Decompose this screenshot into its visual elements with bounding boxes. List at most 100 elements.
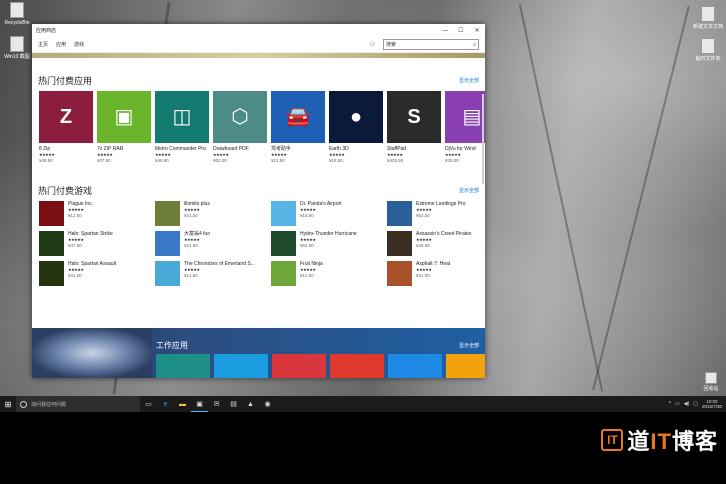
search-icon[interactable]: ⌕ bbox=[473, 42, 476, 48]
show-all-link[interactable]: 显示全部 bbox=[459, 342, 479, 349]
app-price: ¥49.50 bbox=[155, 158, 169, 163]
desktop-icon-textdoc[interactable]: 新建文本文档 bbox=[693, 6, 723, 30]
rock-crack bbox=[592, 5, 690, 391]
game-icon bbox=[387, 261, 412, 286]
game-price: ¥18.50 bbox=[300, 213, 314, 218]
title-bar: 应用商店 — ☐ ✕ bbox=[32, 24, 485, 37]
app-tile-icon: Z bbox=[39, 91, 93, 143]
game-item[interactable]: Fruit Ninja ★★★★★ ¥12.50 bbox=[271, 261, 387, 286]
game-item[interactable]: Halo: Spartan Strike ★★★★★ ¥37.50 bbox=[39, 231, 155, 256]
app-tile-icon: ⬡ bbox=[213, 91, 267, 143]
section-title: 工作应用 bbox=[156, 341, 188, 350]
app-card[interactable]: ▤ DjVu for Wind ★★★★★ ¥25.00 bbox=[445, 91, 485, 164]
notification-icon[interactable]: ▢ bbox=[693, 401, 698, 407]
paid-apps-row: Z 8 Zip ★★★★★ ¥49.50 ▣ 7z ZIP RAR ★★★★★ ¥… bbox=[32, 91, 485, 164]
paid-games-grid: Plague Inc. ★★★★★ ¥12.50 illomilo plus ★… bbox=[32, 201, 485, 286]
game-price: ¥31.00 bbox=[184, 213, 198, 218]
work-app-tile[interactable] bbox=[330, 354, 384, 378]
game-item[interactable]: 大富翁4 fun ★★★★★ ¥21.50 bbox=[155, 231, 271, 256]
work-app-tile[interactable] bbox=[388, 354, 442, 378]
game-icon bbox=[387, 231, 412, 256]
desktop-icon-label: Win10 截图 bbox=[4, 54, 30, 60]
chevron-up-icon[interactable]: ^ bbox=[669, 401, 671, 407]
desktop-icon-recycle[interactable]: RecycleBin bbox=[2, 2, 32, 26]
app-tile-icon: S bbox=[387, 91, 441, 143]
app-price: ¥25.00 bbox=[445, 158, 459, 163]
game-item[interactable]: Extreme Landings Pro ★★★★★ ¥62.00 bbox=[387, 201, 485, 226]
desktop-icon-tempfolder[interactable]: 临时文件夹 bbox=[693, 38, 723, 62]
work-banner-image bbox=[32, 328, 152, 378]
app-card[interactable]: S StaffPad ★★★★★ ¥425.50 bbox=[387, 91, 441, 164]
folder-icon bbox=[10, 36, 24, 52]
watermark-text-b: IT bbox=[650, 429, 672, 454]
game-item[interactable]: Dr. Panda's Airport ★★★★★ ¥18.50 bbox=[271, 201, 387, 226]
game-icon bbox=[155, 201, 180, 226]
cortana-icon bbox=[20, 400, 27, 408]
monitor-icon[interactable]: ▤ bbox=[225, 396, 242, 412]
minimize-button[interactable]: — bbox=[437, 28, 453, 34]
nav-home[interactable]: 主页 bbox=[38, 41, 48, 48]
recycle-bin-icon bbox=[705, 372, 717, 384]
work-app-tile[interactable] bbox=[446, 354, 485, 378]
app-card[interactable]: ⬡ Drawboard PDF ★★★★★ ¥62.00 bbox=[213, 91, 267, 164]
mail-icon[interactable]: ✉ bbox=[208, 396, 225, 412]
game-icon bbox=[39, 261, 64, 286]
desktop: RecycleBin Win10 截图 新建文本文档 临时文件夹 回收站 应用商… bbox=[0, 0, 726, 396]
cortana-search[interactable]: 询问我任何问题 bbox=[16, 396, 140, 412]
volume-icon[interactable]: ◀) bbox=[684, 401, 690, 407]
window-title: 应用商店 bbox=[36, 28, 57, 34]
show-all-link[interactable]: 显示全部 bbox=[459, 77, 479, 84]
maximize-button[interactable]: ☐ bbox=[453, 27, 469, 34]
game-item[interactable]: illomilo plus ★★★★★ ¥31.00 bbox=[155, 201, 271, 226]
explorer-icon[interactable]: ▬ bbox=[174, 396, 191, 412]
game-icon bbox=[271, 231, 296, 256]
desktop-icon-label: 回收站 bbox=[703, 386, 719, 392]
game-item[interactable]: Asphalt 7: Heat ★★★★★ ¥31.00 bbox=[387, 261, 485, 286]
game-price: ¥12.50 bbox=[300, 273, 314, 278]
game-item[interactable]: The Chronicles of Emerland S... ★★★★★ ¥1… bbox=[155, 261, 271, 286]
clock-date: 2015/7/30 bbox=[701, 404, 722, 409]
game-item[interactable]: Plague Inc. ★★★★★ ¥12.50 bbox=[39, 201, 155, 226]
network-icon[interactable]: ▭ bbox=[675, 401, 680, 407]
game-icon bbox=[155, 231, 180, 256]
task-view-icon[interactable]: ▭ bbox=[140, 396, 157, 412]
nav-apps[interactable]: 应用 bbox=[56, 41, 66, 48]
app-card[interactable]: ▣ 7z ZIP RAR ★★★★★ ¥37.50 bbox=[97, 91, 151, 164]
app-card[interactable]: Z 8 Zip ★★★★★ ¥49.50 bbox=[39, 91, 93, 164]
work-app-tile[interactable] bbox=[214, 354, 268, 378]
app-card[interactable]: ● Earth 3D ★★★★★ ¥18.50 bbox=[329, 91, 383, 164]
game-icon bbox=[39, 231, 64, 256]
work-app-tile[interactable] bbox=[272, 354, 326, 378]
start-button[interactable]: ⊞ bbox=[0, 396, 16, 412]
game-item[interactable]: Halo: Spartan Assault ★★★★★ ¥31.00 bbox=[39, 261, 155, 286]
desktop-icon-bin[interactable]: 回收站 bbox=[696, 372, 726, 392]
watermark-text: 道IT博客 bbox=[627, 424, 718, 456]
app-icon[interactable]: ◉ bbox=[259, 396, 276, 412]
document-icon bbox=[701, 6, 715, 22]
clock[interactable]: 10:06 2015/7/30 bbox=[702, 399, 722, 409]
desktop-icon-screenshot[interactable]: Win10 截图 bbox=[2, 36, 32, 60]
app-tile-icon: 🚘 bbox=[271, 91, 325, 143]
search-input[interactable]: 搜索 ⌕ bbox=[383, 39, 479, 50]
nav-games[interactable]: 游戏 bbox=[74, 41, 84, 48]
edge-icon[interactable]: e bbox=[157, 396, 174, 412]
file-icon bbox=[10, 2, 24, 18]
close-button[interactable]: ✕ bbox=[469, 27, 485, 34]
store-window: 应用商店 — ☐ ✕ 主页 应用 游戏 ⚇ 搜索 ⌕ 热门付费应用 显示全部 Z… bbox=[32, 24, 485, 378]
show-all-link[interactable]: 显示全部 bbox=[459, 187, 479, 194]
game-item[interactable]: Hydro-Thunder Hurricane ★★★★★ ¥62.00 bbox=[271, 231, 387, 256]
work-app-tile[interactable] bbox=[156, 354, 210, 378]
app-card[interactable]: 🚘 驾考助手 ★★★★★ ¥12.50 bbox=[271, 91, 325, 164]
game-item[interactable]: Assassin's Creed Pirates ★★★★★ ¥26.00 bbox=[387, 231, 485, 256]
game-icon bbox=[387, 201, 412, 226]
store-icon[interactable]: ▣ bbox=[191, 396, 208, 412]
watermark-text-c: 博客 bbox=[671, 429, 718, 454]
game-price: ¥12.50 bbox=[184, 273, 198, 278]
scrollbar[interactable] bbox=[482, 94, 484, 184]
game-price: ¥62.00 bbox=[416, 213, 430, 218]
game-price: ¥62.00 bbox=[300, 243, 314, 248]
section-title: 热门付费应用 bbox=[38, 76, 93, 86]
app-card[interactable]: ◫ Metro Commander Pro ★★★★★ ¥49.50 bbox=[155, 91, 209, 164]
photos-icon[interactable]: ▲ bbox=[242, 396, 259, 412]
user-icon[interactable]: ⚇ bbox=[370, 41, 375, 48]
